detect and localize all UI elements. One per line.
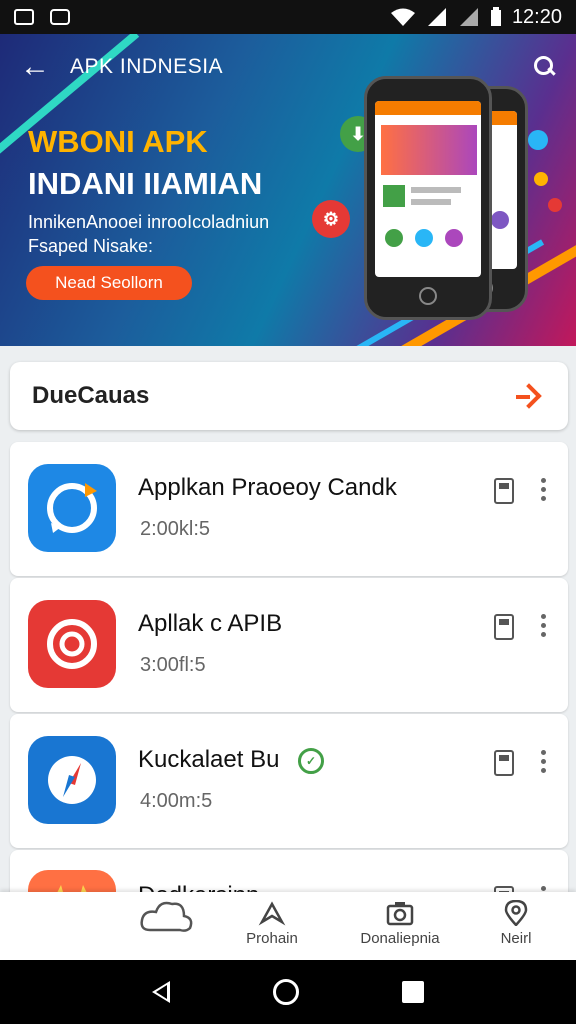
list-item[interactable]: Kuckalaet Bu 4:00m:5 ✓ <box>10 714 568 848</box>
chat-badge-icon: ✓ <box>298 748 324 774</box>
app-size: 4:00m:5 <box>140 790 213 812</box>
hero-subtitle: InnikenAnooei inrooIcoladniun <box>28 212 270 232</box>
document-icon[interactable] <box>494 750 514 776</box>
search-icon[interactable] <box>532 54 558 80</box>
app-name: Apllak c APIB <box>138 610 283 637</box>
app-title: APK INDNESIA <box>70 55 224 78</box>
status-bar: 12:20 <box>0 0 576 34</box>
hero-subtitle-2: Fsaped Nisake: <box>28 236 154 256</box>
back-arrow-icon[interactable]: ← <box>20 52 56 82</box>
sync-icon <box>28 464 116 552</box>
app-size: 2:00kl:5 <box>140 518 211 540</box>
back-icon[interactable] <box>151 981 170 1003</box>
more-vert-icon[interactable] <box>538 478 548 504</box>
list-item[interactable]: Apllak c APIB 3:00fl:5 <box>10 578 568 712</box>
dot-icon <box>528 130 548 150</box>
phone-illustration-front <box>364 76 492 320</box>
signal-icon-2 <box>459 8 478 26</box>
signal-icon <box>427 8 446 26</box>
nav-label: Neirl <box>500 930 532 947</box>
document-icon[interactable] <box>494 614 514 640</box>
camera-icon <box>386 900 414 926</box>
hero-banner[interactable]: ← APK INDNESIA WBONI APK INDANI IIAMIAN … <box>0 34 576 346</box>
dot-icon <box>534 172 548 186</box>
app-name: Applkan Praoeoy Candk <box>138 474 397 501</box>
section-header[interactable]: DueCauas <box>10 362 568 430</box>
circle-badge-icon <box>50 9 70 25</box>
cloud-icon <box>140 900 193 932</box>
nav-label: Prohain <box>246 930 298 947</box>
hero-headline: WBONI APK <box>28 124 208 159</box>
more-vert-icon[interactable] <box>538 614 548 640</box>
more-vert-icon[interactable] <box>538 750 548 776</box>
list-item[interactable]: Applkan Praoeoy Candk 2:00kl:5 <box>10 442 568 576</box>
nav-item-donaliepnia[interactable]: Donaliepnia <box>340 900 460 947</box>
section-title: DueCauas <box>32 382 150 409</box>
home-icon[interactable] <box>272 979 299 1005</box>
nav-item-neirl[interactable]: Neirl <box>456 899 576 947</box>
arrow-right-icon[interactable] <box>516 381 546 411</box>
compass-icon <box>28 736 116 824</box>
bottom-nav: Prohain Donaliepnia Neirl <box>0 892 576 960</box>
app-size: 3:00fl:5 <box>140 654 206 676</box>
recents-icon[interactable] <box>402 981 425 1003</box>
phone-screen <box>375 101 481 277</box>
clock: 12:20 <box>511 5 562 28</box>
gear-icon: ⚙ <box>312 200 350 238</box>
wifi-icon <box>390 8 415 26</box>
image-icon <box>14 9 34 25</box>
location-icon <box>502 899 530 927</box>
nav-item-prohain[interactable]: Prohain <box>212 900 332 947</box>
battery-icon <box>490 7 501 26</box>
nav-item-home[interactable] <box>106 900 226 932</box>
target-icon <box>28 600 116 688</box>
app-name: Kuckalaet Bu <box>138 746 280 773</box>
nav-label: Donaliepnia <box>360 930 440 947</box>
hero-cta-button[interactable]: Nead Seollorn <box>26 266 192 300</box>
document-icon[interactable] <box>494 478 514 504</box>
dot-icon <box>548 198 562 212</box>
hero-headline-2: INDANI IIAMIAN <box>28 166 263 201</box>
send-icon <box>258 900 286 926</box>
system-nav-bar <box>0 960 576 1024</box>
